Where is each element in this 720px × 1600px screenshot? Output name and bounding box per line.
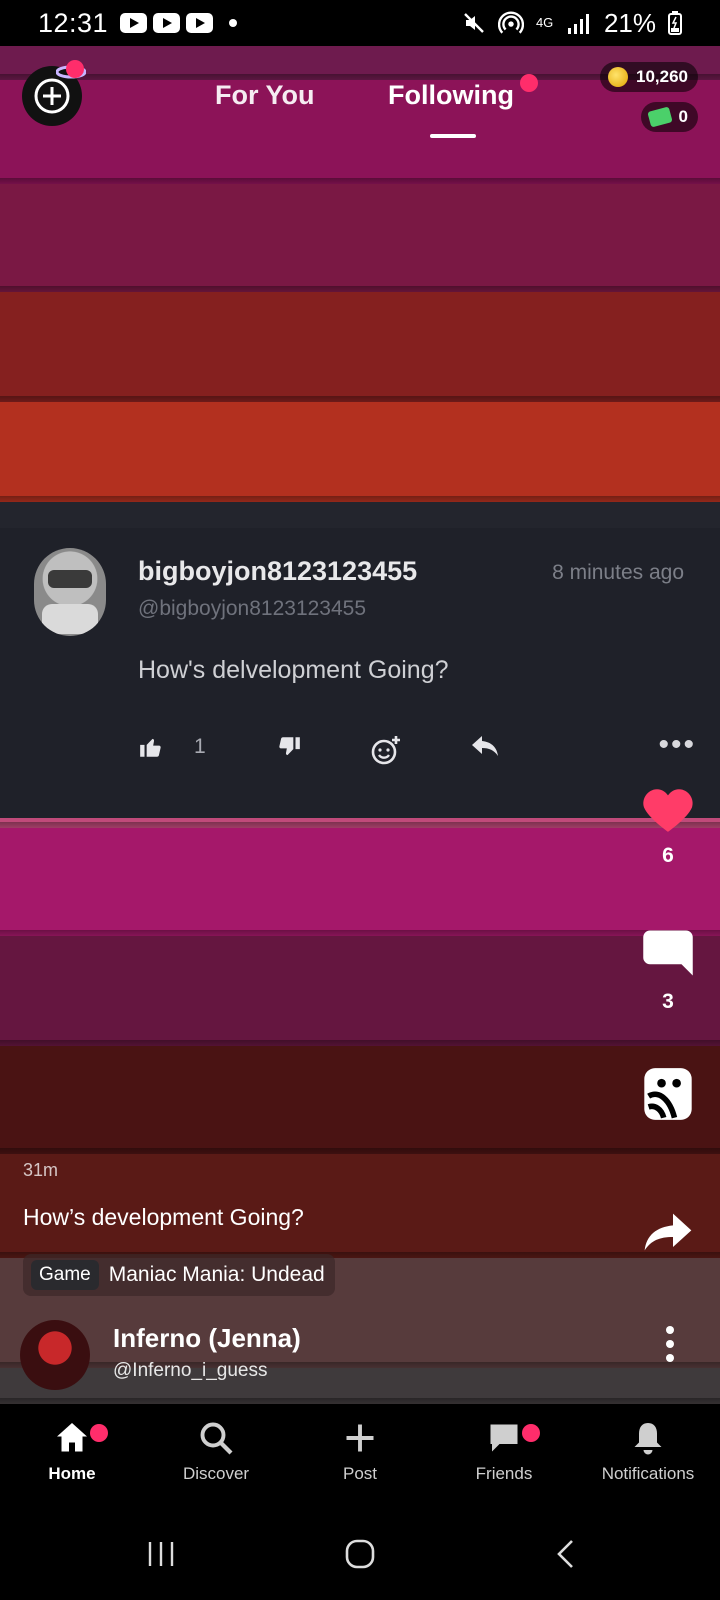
hotspot-icon xyxy=(497,11,524,34)
plus-icon xyxy=(346,1424,374,1452)
nav-discover-label: Discover xyxy=(182,1464,250,1483)
mute-icon xyxy=(464,13,484,33)
background-band xyxy=(0,828,720,942)
chat-icon xyxy=(490,1424,518,1452)
background-band xyxy=(0,184,720,298)
reply-button[interactable] xyxy=(470,734,500,760)
post-time: 31m xyxy=(23,1160,59,1180)
thumbs-up-icon xyxy=(140,738,161,757)
like-button[interactable]: 1 xyxy=(138,734,206,760)
thumbs-down-icon xyxy=(279,737,300,756)
search-icon xyxy=(200,1422,233,1455)
nav-post-label: Post xyxy=(342,1464,378,1483)
background-band xyxy=(0,818,720,834)
nav-friends[interactable]: Friends xyxy=(432,1420,576,1484)
share-button[interactable] xyxy=(638,1212,698,1252)
youtube-icon xyxy=(120,13,148,33)
nav-home[interactable]: Home xyxy=(0,1420,144,1484)
heart-icon xyxy=(643,789,693,832)
coins-amount: 10,260 xyxy=(636,67,688,86)
author-name[interactable]: Inferno (Jenna) xyxy=(113,1323,301,1354)
comment-count: 3 xyxy=(662,990,674,1013)
status-time: 12:31 xyxy=(38,7,109,38)
network-type: 4G xyxy=(535,15,554,30)
comment-bubble-icon xyxy=(643,930,693,976)
background-band xyxy=(0,402,720,508)
comment-handle: @bigboyjon8123123455 xyxy=(138,597,367,620)
bottom-navigation: Home Discover Post Friends Notifications xyxy=(0,1404,720,1512)
background-band xyxy=(0,292,720,408)
comment-time: 8 minutes ago xyxy=(552,561,684,584)
background-band xyxy=(0,1046,720,1160)
game-icon xyxy=(644,1068,692,1120)
tab-following[interactable]: Following xyxy=(388,80,514,111)
reply-icon xyxy=(472,736,498,756)
nav-notifications-label: Notifications xyxy=(601,1464,695,1483)
comment-more-icon[interactable]: ••• xyxy=(658,730,696,760)
nav-discover[interactable]: Discover xyxy=(144,1420,288,1484)
author-handle: @Inferno_i_guess xyxy=(113,1360,268,1381)
card-edge xyxy=(0,502,720,528)
home-icon xyxy=(57,1423,87,1452)
like-count: 1 xyxy=(194,735,206,758)
status-icons: 4G 21% xyxy=(462,8,682,39)
post-title: How’s development Going? xyxy=(23,1204,304,1230)
nav-home-label: Home xyxy=(48,1464,96,1483)
game-name: Maniac Mania: Undead xyxy=(108,1263,325,1286)
background-band xyxy=(0,936,720,1052)
comment-text: How's delvelopment Going? xyxy=(138,656,449,684)
game-chip[interactable]: Game Maniac Mania: Undead xyxy=(23,1254,335,1296)
comments-button[interactable]: 3 xyxy=(638,926,698,1014)
tab-for-you[interactable]: For You xyxy=(215,80,315,111)
system-navigation xyxy=(0,1512,720,1600)
recent-apps-icon[interactable] xyxy=(146,1538,176,1570)
battery-icon xyxy=(668,11,682,35)
nav-notifications[interactable]: Notifications xyxy=(576,1420,720,1484)
youtube-icon xyxy=(186,13,214,33)
active-tab-indicator xyxy=(430,134,476,138)
post-like-count: 6 xyxy=(662,844,674,867)
dislike-button[interactable] xyxy=(276,734,302,760)
youtube-icon xyxy=(153,13,181,33)
home-badge xyxy=(90,1424,108,1442)
bell-icon xyxy=(634,1423,662,1455)
cash-amount: 0 xyxy=(678,107,688,126)
cash-balance[interactable]: 0 xyxy=(640,102,698,132)
coin-icon xyxy=(608,67,628,87)
notification-dot-icon xyxy=(229,19,238,27)
comment-username[interactable]: bigboyjon8123123455 xyxy=(138,556,417,587)
status-bar: 12:31 4G 21% xyxy=(0,0,720,46)
author-avatar[interactable] xyxy=(20,1320,90,1390)
back-icon[interactable] xyxy=(554,1538,576,1570)
coins-balance[interactable]: 10,260 xyxy=(600,62,698,92)
share-arrow-icon xyxy=(644,1213,692,1251)
react-button[interactable] xyxy=(370,734,402,766)
create-badge xyxy=(66,60,84,78)
game-tag: Game xyxy=(31,1260,99,1290)
cash-icon xyxy=(646,106,673,128)
friends-badge xyxy=(522,1424,540,1442)
home-button-icon[interactable] xyxy=(344,1538,376,1570)
add-reaction-icon xyxy=(371,736,400,765)
game-link-button[interactable] xyxy=(638,1066,698,1122)
nav-friends-label: Friends xyxy=(475,1464,533,1483)
post-more-icon[interactable] xyxy=(666,1326,674,1368)
comment-actions: 1 xyxy=(138,734,698,770)
signal-icon xyxy=(567,14,589,34)
nav-post[interactable]: Post xyxy=(288,1420,432,1484)
like-post-button[interactable]: 6 xyxy=(638,786,698,868)
background-band xyxy=(0,1368,720,1410)
battery-percent: 21% xyxy=(603,7,656,38)
following-badge xyxy=(520,74,538,92)
avatar[interactable] xyxy=(34,548,106,636)
